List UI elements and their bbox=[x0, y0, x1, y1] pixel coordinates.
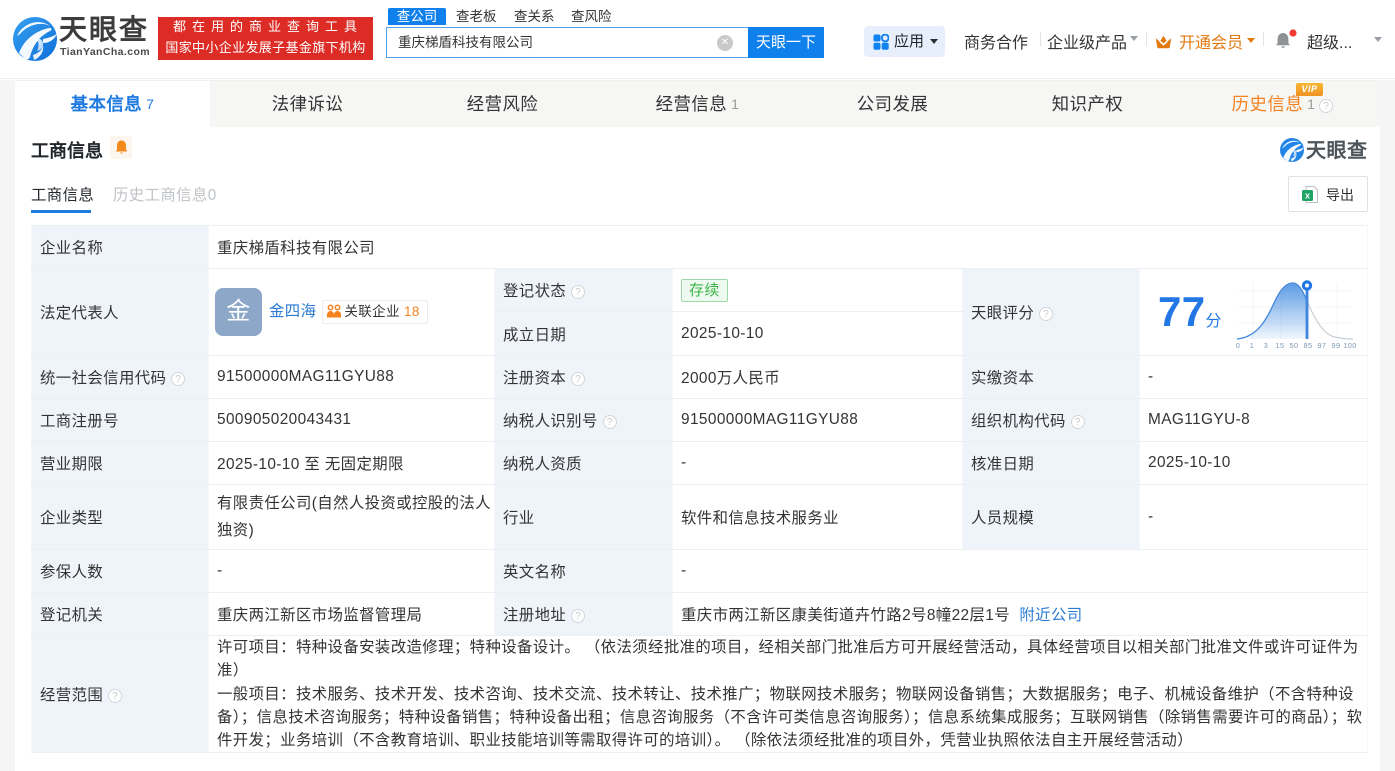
svg-text:3: 3 bbox=[1264, 341, 1268, 350]
svg-text:100: 100 bbox=[1343, 341, 1356, 350]
svg-text:0: 0 bbox=[1236, 341, 1240, 350]
svg-text:x: x bbox=[1305, 191, 1310, 201]
svg-text:97: 97 bbox=[1318, 341, 1327, 350]
svg-text:99: 99 bbox=[1332, 341, 1341, 350]
svg-text:85: 85 bbox=[1304, 341, 1313, 350]
svg-text:1: 1 bbox=[1250, 341, 1254, 350]
svg-text:50: 50 bbox=[1290, 341, 1299, 350]
svg-text:15: 15 bbox=[1276, 341, 1285, 350]
